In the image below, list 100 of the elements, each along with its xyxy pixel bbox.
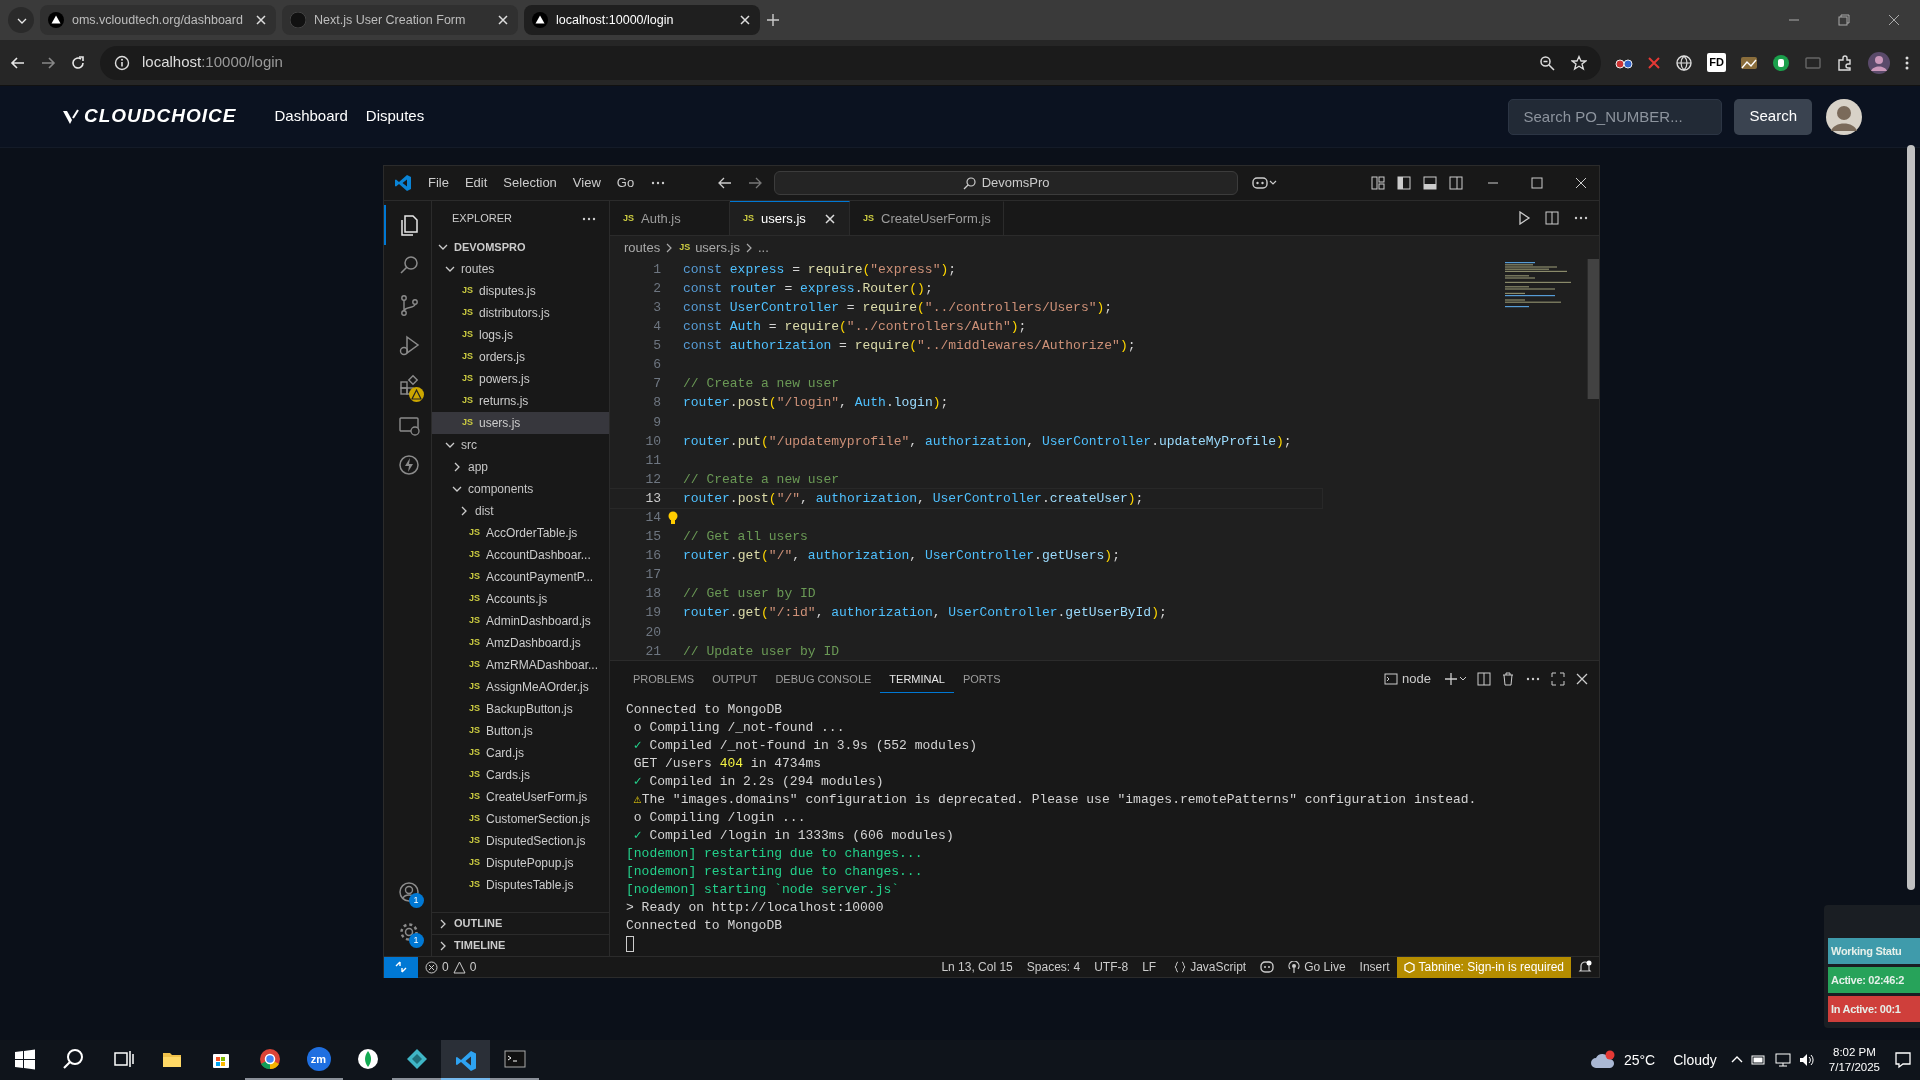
brand-name[interactable]: CLOUDCHOICE xyxy=(84,102,237,131)
globe-icon[interactable] xyxy=(1675,53,1694,72)
scrollbar-thumb[interactable] xyxy=(1907,145,1915,890)
taskbar-app[interactable] xyxy=(441,1040,490,1080)
search-field[interactable]: Search PO_NUMBER... xyxy=(1508,98,1723,135)
forward-icon[interactable] xyxy=(748,176,763,190)
explorer-entry[interactable]: JS users.js xyxy=(432,412,609,434)
run-debug-icon[interactable] xyxy=(397,334,420,356)
command-center[interactable]: DevomsPro xyxy=(774,171,1239,195)
nav-link[interactable]: Dashboard xyxy=(274,105,348,128)
explorer-entry[interactable]: JS disputes.js xyxy=(432,280,609,302)
info-icon[interactable] xyxy=(114,54,130,71)
folder-row[interactable]: components xyxy=(432,478,609,500)
menu-item[interactable]: Go xyxy=(608,173,643,193)
menu-item[interactable]: Selection xyxy=(495,173,565,193)
copilot-icon[interactable] xyxy=(1252,176,1279,190)
explorer-entry[interactable]: JS returns.js xyxy=(432,390,609,412)
new-tab-icon[interactable] xyxy=(766,13,780,27)
language-status[interactable]: JavaScript xyxy=(1167,956,1254,978)
taskbar-app[interactable]: zm xyxy=(294,1040,343,1080)
explorer-entry[interactable]: JS Card.js xyxy=(432,742,609,764)
maximize-icon[interactable] xyxy=(1551,672,1565,686)
close-icon[interactable] xyxy=(1575,177,1587,189)
explorer-entry[interactable]: JS CreateUserForm.js xyxy=(432,786,609,808)
status-item[interactable]: UTF-8 xyxy=(1087,956,1136,978)
explorer-entry[interactable]: JS orders.js xyxy=(432,346,609,368)
maximize-icon[interactable] xyxy=(1531,177,1543,189)
notification-icon[interactable] xyxy=(1894,1051,1912,1069)
browser-tab[interactable]: localhost:10000/login xyxy=(524,5,760,35)
network-icon[interactable] xyxy=(1774,1053,1791,1067)
secondary-sidebar-icon[interactable] xyxy=(1449,176,1463,190)
split-editor-icon[interactable] xyxy=(1545,211,1559,225)
remote-button[interactable] xyxy=(384,956,418,978)
bell-icon[interactable] xyxy=(1578,960,1592,974)
monitor-icon[interactable] xyxy=(397,414,420,436)
browser-tab[interactable]: oms.vcloudtech.org/dashboard xyxy=(40,5,276,35)
close-icon[interactable] xyxy=(1575,672,1589,686)
trash-icon[interactable] xyxy=(1501,672,1515,686)
panel-tab[interactable]: PROBLEMS xyxy=(624,665,704,693)
status-item[interactable]: Insert xyxy=(1352,956,1397,978)
editor-tab[interactable]: JS users.js xyxy=(730,201,850,235)
puzzle-icon[interactable] xyxy=(1836,53,1854,72)
explorer-entry[interactable]: JS AdminDashboard.js xyxy=(432,610,609,632)
folder-row[interactable]: routes xyxy=(432,258,609,280)
panel-tab[interactable]: DEBUG CONSOLE xyxy=(766,665,881,693)
explorer-entry[interactable]: JS AccOrderTable.js xyxy=(432,522,609,544)
close-icon[interactable] xyxy=(823,211,837,226)
menu-item[interactable]: File xyxy=(420,173,457,193)
run-icon[interactable] xyxy=(1517,211,1531,225)
panel-toggle-icon[interactable] xyxy=(1423,176,1437,190)
extension-label[interactable]: FD xyxy=(1707,53,1726,72)
volume-icon[interactable] xyxy=(1798,1053,1815,1067)
menu-item[interactable]: Edit xyxy=(456,173,496,193)
folder-row[interactable]: app xyxy=(432,456,609,478)
scrollbar-thumb[interactable] xyxy=(1587,259,1599,399)
zoom-icon[interactable] xyxy=(1539,54,1556,71)
menu-item[interactable]: View xyxy=(564,173,609,193)
breadcrumb-item[interactable]: ... xyxy=(757,237,769,258)
new-terminal-icon[interactable] xyxy=(1445,672,1467,686)
battery-icon[interactable] xyxy=(1750,1054,1767,1066)
reload-icon[interactable] xyxy=(70,54,86,71)
explorer-entry[interactable]: JS distributors.js xyxy=(432,302,609,324)
search-button[interactable]: Search xyxy=(1734,98,1812,135)
split-terminal-icon[interactable] xyxy=(1477,672,1491,686)
weather-widget[interactable]: 25°C Cloudy xyxy=(1583,1048,1723,1072)
lightning-icon[interactable] xyxy=(397,454,420,476)
explorer-entry[interactable]: JS DisputedSection.js xyxy=(432,830,609,852)
menu-icon[interactable] xyxy=(1904,54,1910,71)
panel-tab[interactable]: TERMINAL xyxy=(880,665,954,693)
cross-icon[interactable] xyxy=(1647,55,1662,70)
explorer-entry[interactable]: JS AccountDashboar... xyxy=(432,544,609,566)
extension-icon[interactable] xyxy=(1772,53,1790,72)
explorer-entry[interactable]: JS Accounts.js xyxy=(432,588,609,610)
explorer-entry[interactable]: JS BackupButton.js xyxy=(432,698,609,720)
problems-status[interactable]: 0 0 xyxy=(418,956,484,978)
explorer-entry[interactable]: JS Cards.js xyxy=(432,764,609,786)
lightbulb-icon[interactable] xyxy=(667,510,679,525)
back-icon[interactable] xyxy=(718,176,733,190)
status-item[interactable]: Ln 13, Col 15 xyxy=(934,956,1020,978)
extensions-icon[interactable] xyxy=(397,374,420,396)
layout-icon[interactable] xyxy=(1371,176,1385,190)
explorer-entry[interactable]: JS AccountPaymentP... xyxy=(432,566,609,588)
breadcrumb-item[interactable]: JS users.js xyxy=(678,237,740,258)
explorer-entry[interactable]: JS Button.js xyxy=(432,720,609,742)
settings-icon[interactable] xyxy=(397,921,420,943)
explorer-entry[interactable]: JS logs.js xyxy=(432,324,609,346)
avatar-icon[interactable] xyxy=(1826,98,1862,135)
explorer-entry[interactable]: JS DisputePopup.js xyxy=(432,852,609,874)
explorer-entry[interactable]: JS AmzDashboard.js xyxy=(432,632,609,654)
go-live-button[interactable]: Go Live xyxy=(1281,956,1353,978)
avatar-icon[interactable] xyxy=(1868,51,1890,74)
status-item[interactable]: LF xyxy=(1135,956,1164,978)
explorer-entry[interactable]: JS DisputesTable.js xyxy=(432,874,609,896)
star-icon[interactable] xyxy=(1571,54,1588,71)
tab-search-button[interactable] xyxy=(8,7,34,33)
account-icon[interactable] xyxy=(397,881,420,903)
explorer-entry[interactable]: JS AmzRMADashboar... xyxy=(432,654,609,676)
address-bar[interactable]: localhost:10000/login xyxy=(100,45,1602,80)
explorer-entry[interactable]: JS AssignMeAOrder.js xyxy=(432,676,609,698)
terminal-selector[interactable]: node xyxy=(1380,669,1435,689)
